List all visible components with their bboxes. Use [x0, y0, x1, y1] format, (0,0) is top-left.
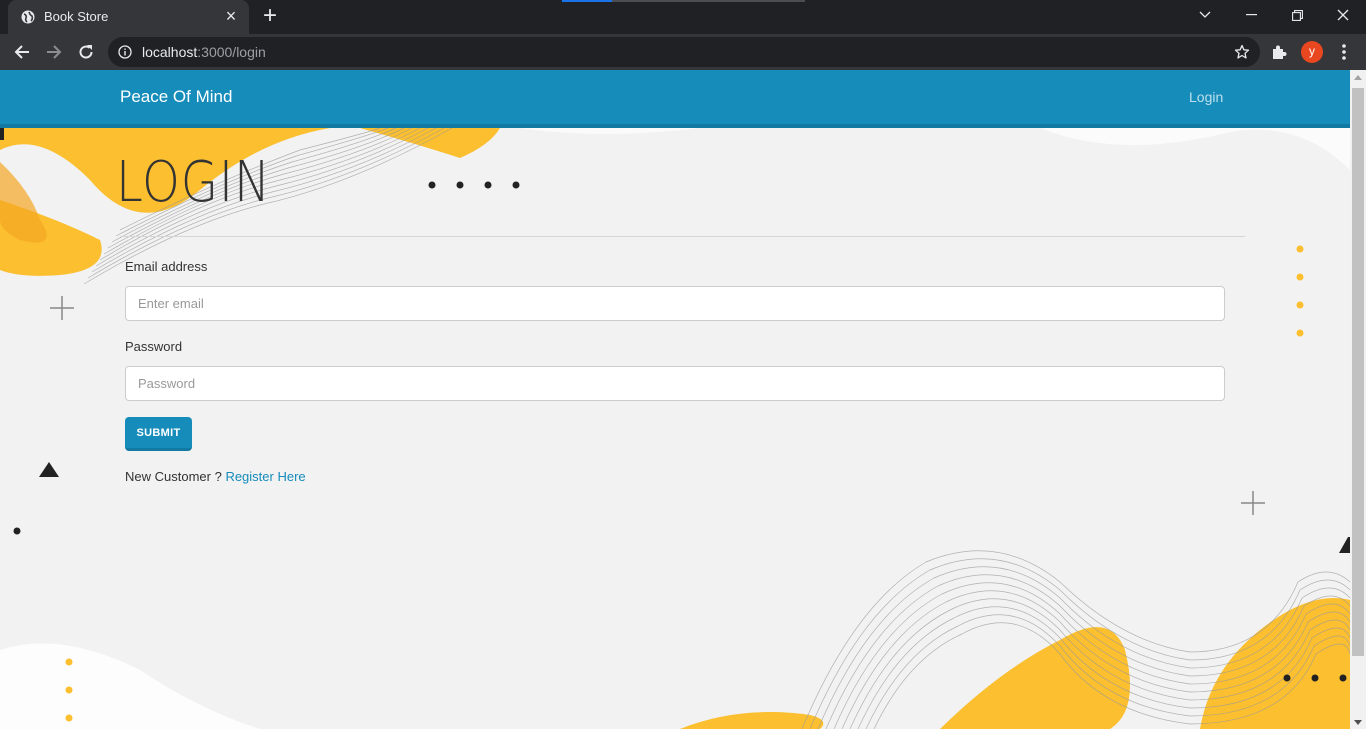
minimize-icon[interactable] [1228, 0, 1274, 30]
browser-toolbar: localhost:3000/login [0, 34, 1366, 70]
page-scrollbar[interactable] [1350, 70, 1366, 729]
page-title: LOGIN [116, 150, 271, 215]
reload-icon[interactable] [73, 39, 99, 65]
puzzle-icon[interactable] [1270, 42, 1290, 62]
url-host: localhost [142, 44, 198, 60]
email-label: Email address [125, 259, 208, 274]
address-bar[interactable]: localhost:3000/login [108, 37, 1260, 67]
loading-indicator [562, 0, 612, 2]
scroll-down-arrow-icon[interactable] [1354, 720, 1362, 725]
scroll-up-arrow-icon[interactable] [1354, 75, 1362, 80]
password-field[interactable] [125, 366, 1225, 401]
plus-icon[interactable]: + [258, 4, 282, 29]
forward-arrow-icon[interactable] [41, 39, 67, 65]
kebab-icon[interactable] [1336, 41, 1352, 63]
loading-track [612, 0, 805, 2]
register-link[interactable]: Register Here [225, 469, 305, 484]
email-field[interactable] [125, 286, 1225, 321]
avatar[interactable]: y [1301, 41, 1323, 63]
close-window-icon[interactable] [1320, 0, 1366, 30]
brand-link[interactable]: Peace Of Mind [120, 87, 232, 107]
url-text: localhost:3000/login [142, 44, 266, 60]
register-prompt: New Customer ? Register Here [125, 469, 306, 484]
heading-divider [120, 236, 1245, 237]
tab-title: Book Store [44, 9, 109, 24]
top-navbar: Peace Of Mind Login [0, 70, 1350, 128]
back-arrow-icon[interactable] [9, 39, 35, 65]
nav-login-link[interactable]: Login [1189, 89, 1223, 105]
chevron-down-icon[interactable] [1182, 0, 1228, 30]
page-viewport: Peace Of Mind Login LOGIN Email address … [0, 70, 1350, 729]
password-label: Password [125, 339, 183, 354]
close-icon[interactable]: × [222, 7, 240, 26]
info-icon[interactable] [118, 45, 132, 59]
new-customer-text: New Customer ? [125, 469, 222, 484]
scrollbar-thumb[interactable] [1352, 88, 1364, 656]
restore-icon[interactable] [1274, 0, 1320, 30]
browser-tab[interactable]: Book Store × [8, 0, 249, 34]
url-path: :3000/login [197, 44, 266, 60]
globe-icon [21, 10, 35, 24]
browser-tab-strip: Book Store × + [0, 0, 1366, 34]
submit-button[interactable]: SUBMIT [125, 417, 192, 451]
star-icon[interactable] [1234, 44, 1250, 60]
